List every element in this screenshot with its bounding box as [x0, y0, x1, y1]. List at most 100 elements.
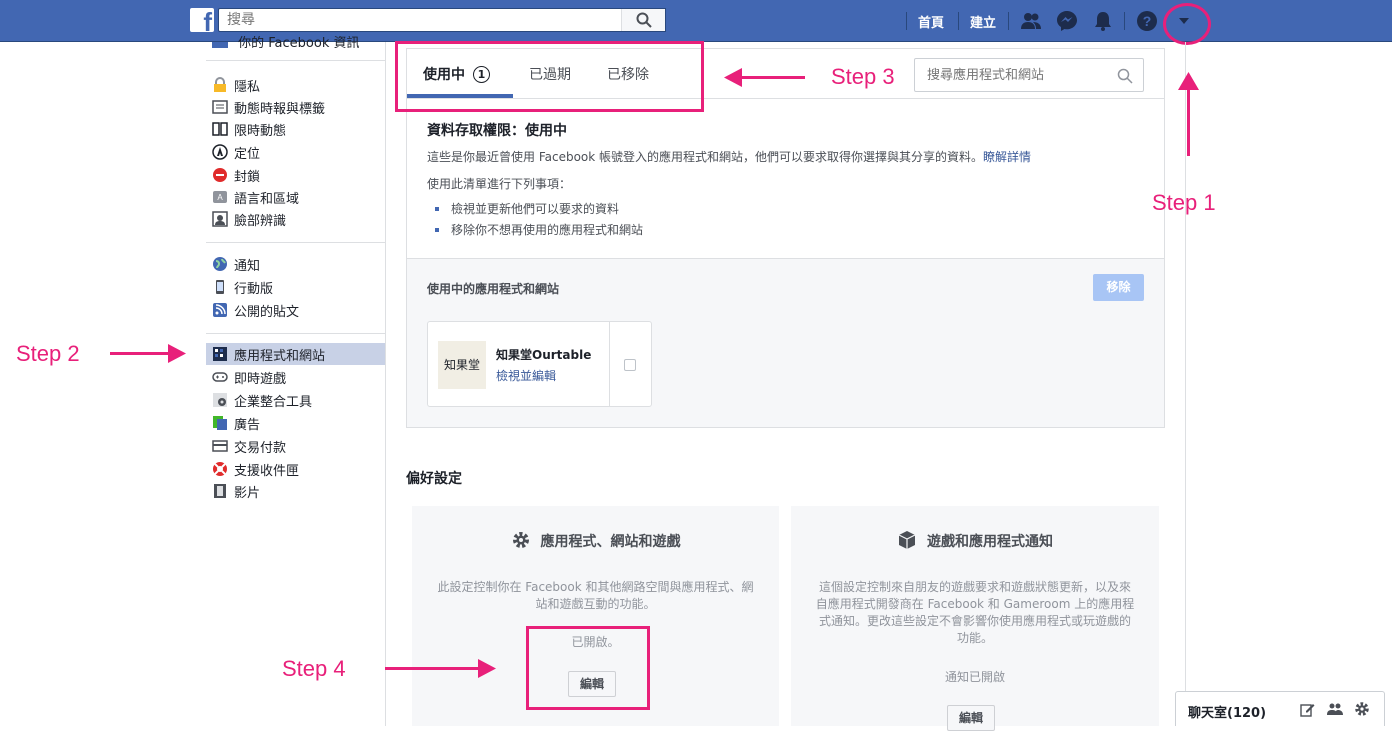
sidebar-item-apps-websites[interactable]: 應用程式和網站 [206, 343, 385, 365]
nav-create[interactable]: 建立 [970, 12, 996, 31]
app-logo: 知果堂 [438, 341, 486, 389]
app-card-divider [609, 322, 610, 406]
step3-highlight-box [395, 41, 704, 112]
bullet-dot [435, 228, 439, 232]
lock-icon [214, 77, 226, 92]
nav-home[interactable]: 首頁 [918, 12, 944, 31]
global-search [218, 8, 666, 32]
help-icon[interactable]: ? [1136, 10, 1158, 32]
sidebar-item-privacy[interactable]: 隱私 [206, 74, 385, 96]
ads-icon [213, 416, 227, 430]
search-icon [636, 12, 652, 28]
block-icon [213, 168, 227, 182]
gear-icon [512, 532, 529, 548]
global-search-input[interactable] [219, 9, 619, 31]
learn-more-link[interactable]: 瞭解詳情 [983, 150, 1031, 164]
language-icon: A [213, 191, 227, 203]
step3-arrow-head [724, 68, 742, 87]
chat-label: 聊天室(120) [1188, 706, 1267, 721]
sidebar-item-face-recognition[interactable]: 臉部辨識 [206, 208, 385, 230]
face-recognition-icon [212, 211, 228, 227]
sidebar-item-public-posts[interactable]: 公開的貼文 [206, 299, 385, 321]
step3-label: Step 3 [831, 64, 895, 89]
apps-grid-icon [213, 347, 227, 361]
sidebar-divider [206, 60, 385, 61]
compose-icon[interactable] [1300, 702, 1315, 717]
messenger-icon[interactable] [1056, 10, 1078, 32]
friend-requests-icon[interactable] [1020, 10, 1042, 32]
pref-card-status: 通知已開啟 [944, 670, 1005, 684]
global-search-button[interactable] [621, 9, 665, 31]
pref-card-description: 此設定控制你在 Facebook 和其他網路空間與應用程式、網站和遊戲互動的功能… [437, 580, 754, 611]
sidebar-item-notifications[interactable]: 通知 [206, 253, 385, 275]
sidebar-border [385, 42, 386, 726]
preferences-title: 偏好設定 [406, 471, 462, 487]
nav-separator [958, 12, 959, 30]
timeline-icon [212, 100, 228, 114]
step2-label: Step 2 [16, 341, 80, 366]
pref-card-notifications: 遊戲和應用程式通知 這個設定控制來自朋友的遊戲要求和遊戲狀態更新，以及來自應用程… [791, 506, 1159, 731]
facebook-logo[interactable]: f [190, 8, 214, 35]
credit-card-icon [212, 440, 228, 452]
pref-card-description: 這個設定控制來自朋友的遊戲要求和遊戲狀態更新，以及來自應用程式開發商在 Face… [815, 580, 1135, 645]
step1-label: Step 1 [1152, 190, 1216, 215]
step1-arrow-head [1178, 72, 1199, 90]
step1-highlight-circle [1163, 3, 1211, 45]
sidebar-item-blocking[interactable]: 封鎖 [206, 164, 385, 186]
step4-arrow-head [478, 659, 496, 678]
step3-arrow [740, 76, 805, 79]
sidebar-item-mobile[interactable]: 行動版 [206, 276, 385, 298]
svg-text:A: A [217, 193, 223, 202]
access-title: 資料存取權限：使用中 [427, 123, 567, 139]
gamepad-icon [212, 372, 228, 382]
sidebar-divider [206, 242, 385, 243]
nav-separator [1008, 12, 1009, 30]
chat-bar[interactable]: 聊天室(120) [1175, 691, 1385, 726]
step1-arrow [1187, 86, 1190, 156]
book-icon [212, 122, 228, 136]
access-description: 這些是你最近曾使用 Facebook 帳號登入的應用程式和網站，他們可以要求取得… [427, 150, 1032, 164]
group-icon[interactable] [1327, 702, 1343, 717]
sidebar-item-business-integrations[interactable]: 企業整合工具 [206, 389, 385, 411]
search-icon [1117, 68, 1133, 84]
remove-button[interactable]: 移除 [1093, 274, 1144, 301]
edit-button[interactable]: 編輯 [947, 705, 995, 731]
apps-search-input[interactable] [915, 59, 1105, 91]
sidebar-divider [206, 333, 385, 334]
step4-label: Step 4 [282, 656, 346, 681]
step2-arrow-head [168, 344, 186, 363]
sidebar-item-location[interactable]: 定位 [206, 141, 385, 163]
mobile-phone-icon [216, 280, 224, 294]
sidebar-item-videos[interactable]: 影片 [206, 480, 385, 502]
lifebuoy-icon [213, 462, 227, 476]
notifications-bell-icon[interactable] [1092, 10, 1114, 32]
bullet-dot [435, 207, 439, 211]
sidebar-partial-item[interactable]: 你的 Facebook 資訊 [212, 36, 382, 48]
sidebar-item-support-inbox[interactable]: 支援收件匣 [206, 458, 385, 480]
content-right-border [1185, 42, 1186, 726]
sidebar-item-ads[interactable]: 廣告 [206, 412, 385, 434]
sidebar-item-instant-games[interactable]: 即時遊戲 [206, 366, 385, 388]
globe-icon [213, 257, 227, 271]
rss-icon [213, 303, 227, 317]
step4-arrow [385, 667, 481, 670]
step4-highlight-box [526, 626, 650, 710]
app-card[interactable]: 知果堂 知果堂Ourtable 檢視並編輯 [427, 321, 652, 407]
step2-arrow [110, 352, 172, 355]
sidebar-item-payments[interactable]: 交易付款 [206, 435, 385, 457]
active-apps-header: 使用中的應用程式和網站 [427, 282, 560, 296]
sidebar-item-stories[interactable]: 限時動態 [206, 118, 385, 140]
film-icon [214, 484, 226, 498]
app-select-checkbox[interactable] [624, 359, 636, 371]
business-gear-icon [213, 393, 227, 407]
cube-icon [898, 531, 916, 549]
sidebar-item-timeline-tagging[interactable]: 動態時報與標籤 [206, 96, 385, 118]
gear-icon[interactable] [1354, 701, 1370, 717]
sidebar-item-language[interactable]: A 語言和區域 [206, 186, 385, 208]
pref-card-title: 應用程式、網站和遊戲 [412, 530, 779, 551]
app-name: 知果堂Ourtable [496, 348, 592, 362]
view-edit-link[interactable]: 檢視並編輯 [496, 367, 556, 384]
nav-separator [906, 12, 907, 30]
bullet-item: 檢視並更新他們可以要求的資料 [435, 200, 619, 217]
use-list-heading: 使用此清單進行下列事項： [427, 177, 572, 191]
